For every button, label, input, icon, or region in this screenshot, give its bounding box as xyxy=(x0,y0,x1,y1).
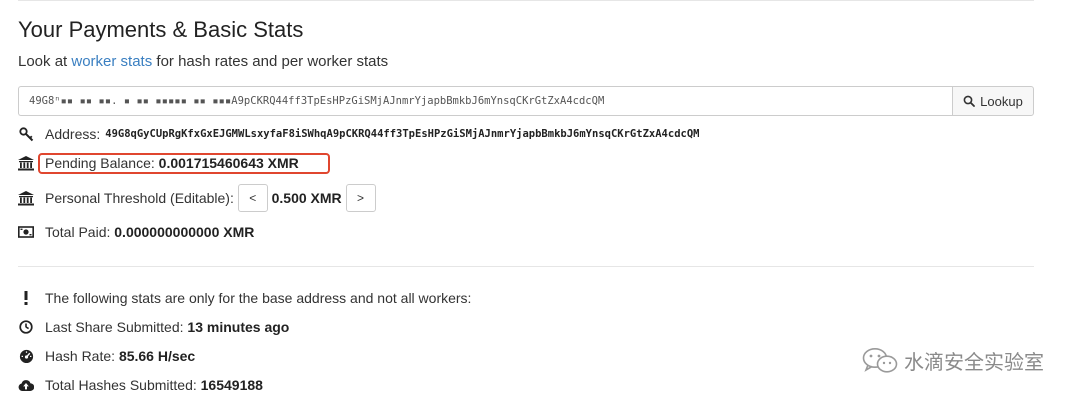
address-input[interactable]: 49G8ⁿ▪▪ ▪▪ ▪▪. ▪ ▪▪ ▪▪▪▪▪ ▪▪ ▪▪▪A9pCKRQ4… xyxy=(18,86,952,116)
top-divider xyxy=(18,0,1034,1)
threshold-increase-button[interactable]: > xyxy=(345,184,376,212)
total-hashes-value: 16549188 xyxy=(200,377,263,393)
total-paid-row: Total Paid: 0.000000000000 XMR xyxy=(18,224,254,240)
section-divider xyxy=(18,266,1034,267)
base-address-notice: The following stats are only for the bas… xyxy=(45,290,472,306)
total-hashes-label: Total Hashes Submitted: xyxy=(45,377,197,393)
lookup-button-label: Lookup xyxy=(980,93,1023,109)
cloud-upload-icon xyxy=(18,377,34,393)
address-value: 49G8qGyCUpRgKfxGxEJGMWLsxyfaF8iSWhqA9pCK… xyxy=(105,128,700,140)
clock-icon xyxy=(18,319,34,335)
bank-icon xyxy=(18,190,34,206)
money-icon xyxy=(18,224,34,240)
bank-icon xyxy=(18,155,34,171)
total-hashes-row: Total Hashes Submitted: 16549188 xyxy=(18,377,263,393)
pending-balance-highlight xyxy=(38,153,330,174)
dashboard-gauge-icon xyxy=(18,348,34,364)
total-paid-value: 0.000000000000 XMR xyxy=(114,224,255,240)
threshold-label: Personal Threshold (Editable): xyxy=(45,190,234,206)
lookup-button[interactable]: Lookup xyxy=(952,86,1034,116)
address-row: Address: 49G8qGyCUpRgKfxGxEJGMWLsxyfaF8i… xyxy=(18,126,699,142)
total-paid-label: Total Paid: xyxy=(45,224,111,240)
watermark-text: 水滴安全实验室 xyxy=(904,350,1044,374)
key-icon xyxy=(18,126,34,142)
hash-rate-label: Hash Rate: xyxy=(45,348,116,364)
page-title: Your Payments & Basic Stats xyxy=(18,17,304,42)
last-share-value: 13 minutes ago xyxy=(187,319,290,335)
threshold-value: 0.500 XMR xyxy=(271,190,342,206)
worker-stats-link[interactable]: worker stats xyxy=(71,53,152,70)
threshold-row: Personal Threshold (Editable): < 0.500 X… xyxy=(18,184,376,212)
address-lookup: 49G8ⁿ▪▪ ▪▪ ▪▪. ▪ ▪▪ ▪▪▪▪▪ ▪▪ ▪▪▪A9pCKRQ4… xyxy=(18,86,1034,116)
address-label: Address: xyxy=(45,126,101,142)
exclamation-icon xyxy=(18,290,34,306)
search-icon xyxy=(963,95,976,107)
page-subtitle: Look at worker stats for hash rates and … xyxy=(18,53,388,70)
last-share-row: Last Share Submitted: 13 minutes ago xyxy=(18,319,289,335)
base-address-notice-row: The following stats are only for the bas… xyxy=(18,290,471,306)
hash-rate-row: Hash Rate: 85.66 H/sec xyxy=(18,348,195,364)
subtitle-suffix: for hash rates and per worker stats xyxy=(152,53,389,70)
last-share-label: Last Share Submitted: xyxy=(45,319,184,335)
threshold-decrease-button[interactable]: < xyxy=(237,184,268,212)
wechat-icon xyxy=(862,347,898,375)
subtitle-prefix: Look at xyxy=(18,53,72,70)
watermark: 水滴安全实验室 xyxy=(862,346,1044,375)
hash-rate-value: 85.66 H/sec xyxy=(118,348,196,364)
